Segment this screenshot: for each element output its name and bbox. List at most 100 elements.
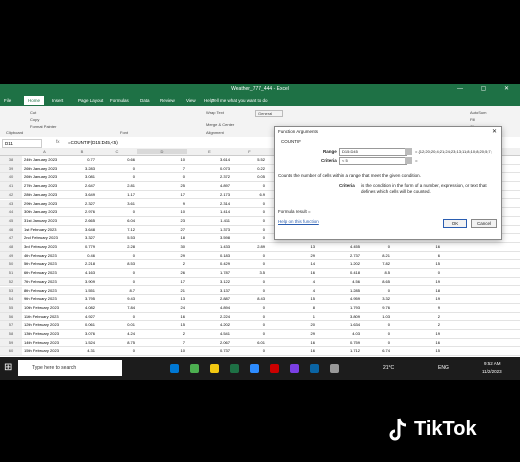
tab-review[interactable]: Review — [160, 98, 175, 103]
cut-button[interactable]: Cut — [30, 110, 36, 115]
cell[interactable]: 2 — [147, 331, 185, 336]
cell[interactable]: 0 — [227, 201, 265, 206]
cell[interactable]: 2.218 — [57, 261, 95, 266]
cell[interactable]: 0 — [352, 340, 390, 345]
tab-data[interactable]: Data — [140, 98, 150, 103]
cell[interactable]: 0.01 — [97, 322, 135, 327]
row-number[interactable]: 48 — [0, 243, 22, 251]
cell[interactable]: 0 — [147, 174, 185, 179]
cell[interactable]: 19 — [402, 279, 440, 284]
cell[interactable]: 1st February 2023 — [24, 227, 56, 232]
cell[interactable]: 2.887 — [192, 296, 230, 301]
cell[interactable]: 1.17 — [97, 192, 135, 197]
cell[interactable]: 2.28 — [97, 244, 135, 249]
cell[interactable]: 8.65 — [352, 279, 390, 284]
cell[interactable]: 1.551 — [57, 288, 95, 293]
cell[interactable]: 8.53 — [97, 261, 135, 266]
cell[interactable]: 4.541 — [192, 331, 230, 336]
cell[interactable]: 14 — [277, 261, 315, 266]
cell[interactable]: 2.173 — [192, 192, 230, 197]
row-number[interactable]: 46 — [0, 225, 22, 234]
formula-input[interactable]: =COUNTIF(D15:D45,<5) — [68, 140, 118, 145]
row-number[interactable]: 49 — [0, 251, 22, 260]
row-number[interactable]: 40 — [0, 173, 22, 182]
row-number[interactable]: 43 — [0, 199, 22, 208]
help-link[interactable]: Help on this function — [278, 219, 319, 224]
number-format-select[interactable]: General — [255, 110, 284, 117]
cell[interactable]: 2.665 — [57, 218, 95, 223]
table-row[interactable]: 49 4th February 2023 0.46 0 29 0.183 0 29 2.737 8… — [0, 251, 520, 261]
cell[interactable]: 0 — [227, 227, 265, 232]
cell[interactable]: 1.03 — [352, 314, 390, 319]
cell[interactable]: 13 — [147, 296, 185, 301]
cell[interactable]: 6.9 — [227, 192, 265, 197]
cell[interactable]: 4.163 — [57, 270, 95, 275]
clock-time[interactable]: 9:52 AM — [484, 361, 501, 366]
cell[interactable]: 1.411 — [192, 218, 230, 223]
cancel-button[interactable]: Cancel — [471, 219, 497, 228]
cell[interactable]: 3.909 — [57, 279, 95, 284]
cell[interactable]: 29 — [277, 253, 315, 258]
fx-icon[interactable]: fx — [56, 139, 60, 144]
cell[interactable]: 0.183 — [192, 253, 230, 258]
cell[interactable]: 6.04 — [97, 218, 135, 223]
cell[interactable]: 8.21 — [352, 253, 390, 258]
cell[interactable]: 4.202 — [192, 322, 230, 327]
table-row[interactable]: 54 9th February 2023 3.795 9.43 13 2.887 8.43 1… — [0, 295, 520, 304]
tab-file[interactable]: File — [4, 98, 11, 103]
merge-center-button[interactable]: Merge & Center — [206, 122, 234, 127]
table-row[interactable]: 55 10th February 2023 4.082 7.84 24 4.894 0 8 1.… — [0, 303, 520, 313]
cell[interactable]: 26th January 2023 — [24, 166, 57, 171]
cell[interactable]: 4.24 — [97, 331, 135, 336]
cell[interactable]: 31st January 2023 — [24, 218, 57, 223]
cell[interactable]: 2.067 — [192, 340, 230, 345]
cell[interactable]: 16 — [277, 340, 315, 345]
cell[interactable]: 7.84 — [97, 305, 135, 310]
cell[interactable]: 30 — [147, 244, 185, 249]
cell[interactable]: 16 — [277, 270, 315, 275]
cell[interactable]: 16 — [147, 314, 185, 319]
app-icon[interactable] — [310, 364, 319, 373]
cell[interactable]: 0.073 — [192, 166, 230, 171]
range-input[interactable]: D15:D45 — [339, 148, 407, 156]
cell[interactable]: 17 — [147, 192, 185, 197]
cell[interactable]: 0 — [227, 288, 265, 293]
table-row[interactable]: 48 3rd February 2023 0.779 2.28 30 1.433 2.89 1… — [0, 243, 520, 252]
cell[interactable]: 1.787 — [192, 270, 230, 275]
cell[interactable]: 4th February 2023 — [24, 253, 57, 258]
cell[interactable]: 18 — [402, 288, 440, 293]
cell[interactable]: 15 — [402, 348, 440, 353]
row-number[interactable]: 55 — [0, 303, 22, 312]
cell[interactable]: 5.53 — [97, 235, 135, 240]
cell[interactable]: 8.75 — [97, 340, 135, 345]
cell[interactable]: 3.122 — [192, 279, 230, 284]
table-row[interactable]: 58 13th February 2023 3.076 4.24 2 4.541 0 29 4.… — [0, 330, 520, 339]
cell[interactable]: 2.372 — [192, 174, 230, 179]
table-row[interactable]: 59 14th February 2023 1.524 8.75 7 2.067 6.01 1… — [0, 338, 520, 348]
cell[interactable]: 0 — [227, 235, 265, 240]
cell[interactable]: 0 — [97, 270, 135, 275]
cell[interactable]: 0 — [97, 174, 135, 179]
collapse-criteria-icon[interactable] — [405, 157, 412, 164]
row-number[interactable]: 52 — [0, 277, 22, 286]
cell[interactable]: 0.05 — [227, 174, 265, 179]
cell[interactable]: 4.31 — [57, 348, 95, 353]
cell[interactable]: 26th January 2023 — [24, 174, 57, 179]
cell[interactable]: 27th January 2023 — [24, 183, 57, 188]
cell[interactable]: 8.7 — [97, 288, 135, 293]
cell[interactable]: 13th February 2023 — [24, 331, 59, 336]
window-controls[interactable]: — ▢ ✕ — [457, 85, 517, 92]
row-number[interactable]: 41 — [0, 182, 22, 190]
row-number[interactable]: 47 — [0, 234, 22, 242]
cell[interactable]: 2 — [402, 322, 440, 327]
cell[interactable]: 0 — [227, 322, 265, 327]
cell[interactable]: 30th January 2023 — [24, 209, 57, 214]
cell[interactable]: 3.076 — [57, 331, 95, 336]
cell[interactable]: 0 — [97, 314, 135, 319]
cell[interactable]: 19 — [402, 331, 440, 336]
cell[interactable]: 9th February 2023 — [24, 296, 57, 301]
cell[interactable]: 3.598 — [192, 235, 230, 240]
tab-insert[interactable]: Insert — [52, 98, 63, 103]
cell[interactable]: 0.77 — [57, 157, 95, 162]
row-number[interactable]: 50 — [0, 260, 22, 269]
